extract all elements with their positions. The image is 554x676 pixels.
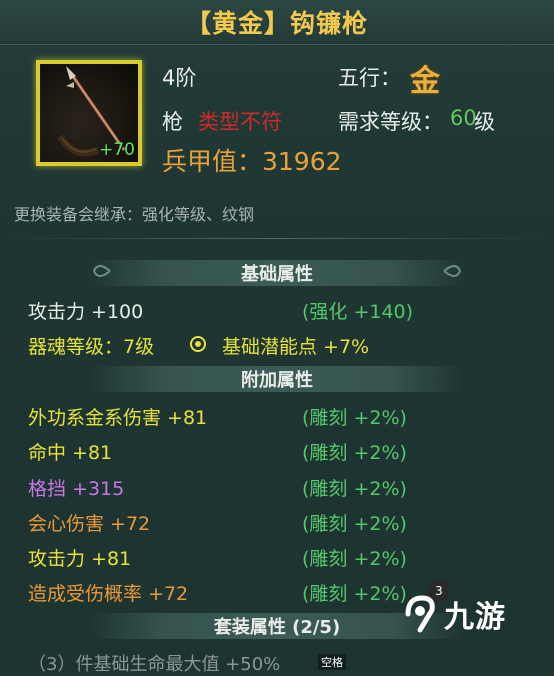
watermark: 九游 bbox=[402, 592, 522, 636]
section-basic-header: 基础属性 bbox=[88, 256, 466, 290]
element-metal-icon: 金 bbox=[410, 64, 440, 99]
item-title: 【黄金】钩镰枪 bbox=[185, 9, 368, 38]
item-tooltip: 【黄金】钩镰枪 +70 4阶 五行： 金 枪 类型不符 需求等级： 60 级 兵… bbox=[0, 0, 554, 675]
section-title: 套装属性 (2/5) bbox=[213, 617, 341, 638]
divider bbox=[0, 238, 554, 239]
section-title: 基础属性 bbox=[241, 264, 313, 285]
extra-row-0-note: (雕刻 +2%) bbox=[302, 407, 407, 429]
basic-attack-bonus: (强化 +140) bbox=[302, 301, 414, 323]
extra-row-4-note: (雕刻 +2%) bbox=[302, 548, 407, 570]
power-value: 兵甲值：31962 bbox=[162, 147, 342, 176]
enhance-level: +70 bbox=[99, 140, 135, 160]
element-label: 五行： bbox=[338, 66, 401, 90]
extra-row-3-note: (雕刻 +2%) bbox=[302, 513, 407, 535]
extra-row-5: 造成受伤概率 +72 bbox=[28, 583, 189, 605]
potential-dot-icon bbox=[190, 336, 206, 352]
spear-icon: +70 bbox=[40, 64, 138, 162]
req-level-unit: 级 bbox=[474, 110, 495, 134]
soul-level: 器魂等级：7级 bbox=[28, 336, 155, 358]
nine-game-logo-icon bbox=[405, 595, 435, 633]
extra-row-3: 会心伤害 +72 bbox=[28, 513, 151, 535]
basic-potential: 基础潜能点 +7% bbox=[222, 336, 370, 358]
watermark-text: 九游 bbox=[444, 600, 506, 635]
extra-row-1: 命中 +81 bbox=[28, 442, 113, 464]
inherit-note: 更换装备会继承：强化等级、纹钢 bbox=[14, 205, 255, 224]
extra-row-2: 格挡 +315 bbox=[28, 478, 125, 500]
weapon-type: 枪 bbox=[162, 110, 183, 134]
ornament-right-icon bbox=[443, 265, 462, 277]
section-extra-header: 附加属性 bbox=[88, 362, 466, 396]
extra-row-5-note: (雕刻 +2%) bbox=[302, 583, 407, 605]
type-mismatch-warning: 类型不符 bbox=[198, 110, 282, 134]
ornament-left-icon bbox=[92, 265, 111, 277]
extra-row-1-note: (雕刻 +2%) bbox=[302, 442, 407, 464]
extra-row-2-note: (雕刻 +2%) bbox=[302, 478, 407, 500]
section-title: 附加属性 bbox=[241, 370, 313, 391]
space-tag: 空格 bbox=[318, 654, 346, 670]
item-icon-frame[interactable]: +70 bbox=[36, 60, 142, 166]
req-level-value: 60 bbox=[450, 106, 477, 130]
extra-row-0: 外功系金系伤害 +81 bbox=[28, 407, 208, 429]
set-bonus-line: （3）件基础生命最大值 +50% bbox=[28, 654, 281, 675]
req-level-label: 需求等级： bbox=[338, 110, 443, 134]
title-bar: 【黄金】钩镰枪 bbox=[0, 0, 554, 45]
basic-attack: 攻击力 +100 bbox=[28, 301, 144, 323]
extra-row-4: 攻击力 +81 bbox=[28, 548, 132, 570]
tier-text: 4阶 bbox=[162, 66, 197, 90]
